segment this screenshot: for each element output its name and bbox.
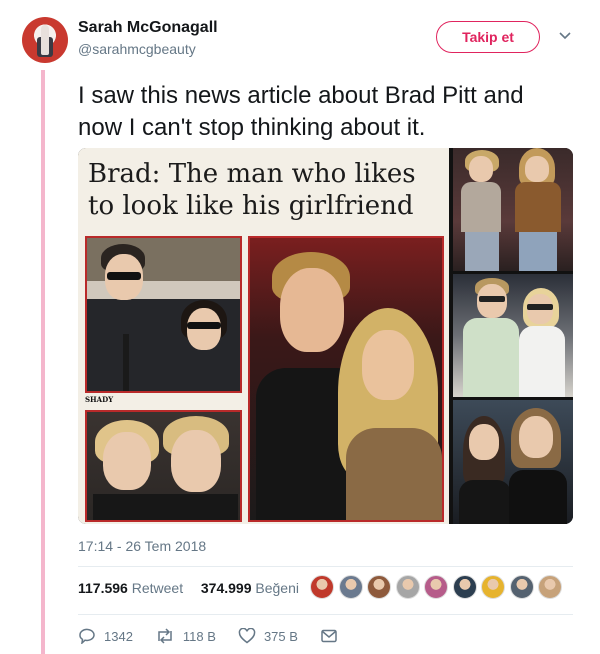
retweet-count[interactable]: 117.596 Retweet bbox=[78, 580, 183, 596]
liker-avatar[interactable] bbox=[452, 575, 477, 599]
chevron-down-icon[interactable] bbox=[557, 30, 573, 42]
liker-avatar[interactable] bbox=[424, 575, 448, 599]
photo-side-bottom bbox=[453, 400, 573, 524]
reply-button[interactable]: 1342 bbox=[78, 628, 133, 644]
retweet-button[interactable]: 118 B bbox=[155, 628, 216, 644]
tweet-media[interactable]: Brad: The man who likes to look like his… bbox=[78, 148, 573, 524]
retweet-icon bbox=[158, 628, 172, 644]
follow-button[interactable]: Takip et bbox=[436, 21, 540, 53]
photo-side-top bbox=[453, 148, 573, 271]
tweet-text: I saw this news article about Brad Pitt … bbox=[78, 82, 524, 141]
photo-side-middle bbox=[453, 274, 573, 397]
like-action-count: 375 B bbox=[263, 628, 298, 644]
like-button[interactable]: 375 B bbox=[238, 628, 298, 644]
divider bbox=[78, 566, 573, 567]
liker-avatar[interactable] bbox=[310, 575, 334, 599]
engagement-stats: 117.596 Retweet 374.999 Beğeni bbox=[78, 580, 299, 596]
liker-avatar[interactable] bbox=[481, 575, 505, 599]
tweet-timestamp[interactable]: 17:14 - 26 Tem 2018 bbox=[78, 538, 206, 554]
envelope-icon bbox=[321, 629, 337, 643]
thread-line bbox=[41, 70, 45, 654]
avatar[interactable] bbox=[22, 17, 68, 63]
photo-brad-gwyneth bbox=[85, 410, 242, 522]
action-bar: 1342 118 B 375 B bbox=[78, 626, 368, 646]
message-button[interactable] bbox=[320, 628, 346, 644]
like-count[interactable]: 374.999 Beğeni bbox=[201, 580, 299, 596]
photo-brad-angelina bbox=[85, 236, 242, 393]
liker-avatars[interactable] bbox=[310, 575, 567, 605]
liker-avatar[interactable] bbox=[338, 575, 363, 599]
liker-avatar[interactable] bbox=[509, 575, 534, 599]
reply-count: 1342 bbox=[104, 628, 133, 644]
retweet-action-count: 118 B bbox=[182, 628, 216, 644]
reply-icon bbox=[79, 628, 95, 644]
divider bbox=[78, 614, 573, 615]
liker-avatar[interactable] bbox=[538, 575, 562, 599]
article-headline: Brad: The man who likes to look like his… bbox=[88, 159, 416, 221]
photo-brad-jennifer bbox=[248, 236, 444, 522]
caption-label: SHADY bbox=[85, 395, 114, 404]
liker-avatar[interactable] bbox=[395, 575, 420, 599]
newspaper-clipping: Brad: The man who likes to look like his… bbox=[78, 148, 449, 524]
display-name[interactable]: Sarah McGonagall bbox=[78, 19, 218, 37]
user-handle[interactable]: @sarahmcgbeauty bbox=[78, 41, 196, 57]
heart-icon bbox=[238, 628, 256, 644]
liker-avatar[interactable] bbox=[367, 575, 391, 599]
